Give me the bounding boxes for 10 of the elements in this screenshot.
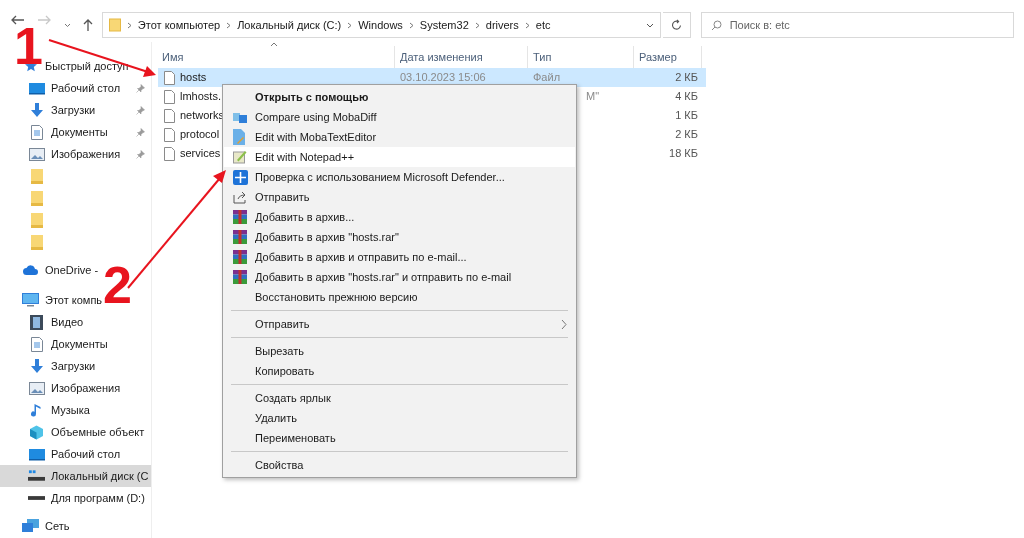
annotation-number: 1 — [14, 27, 43, 65]
file-date: 03.10.2023 15:06 — [400, 71, 486, 84]
file-size: 1 КБ — [675, 109, 698, 122]
file-type: Файл — [533, 71, 561, 84]
file-size: 2 КБ — [675, 128, 698, 141]
file-size: 18 КБ — [669, 147, 698, 160]
file-size: 2 КБ — [675, 71, 698, 84]
file-size: 4 КБ — [675, 90, 698, 103]
annotation-number: 2 — [103, 266, 132, 304]
file-type: M" — [586, 90, 600, 103]
